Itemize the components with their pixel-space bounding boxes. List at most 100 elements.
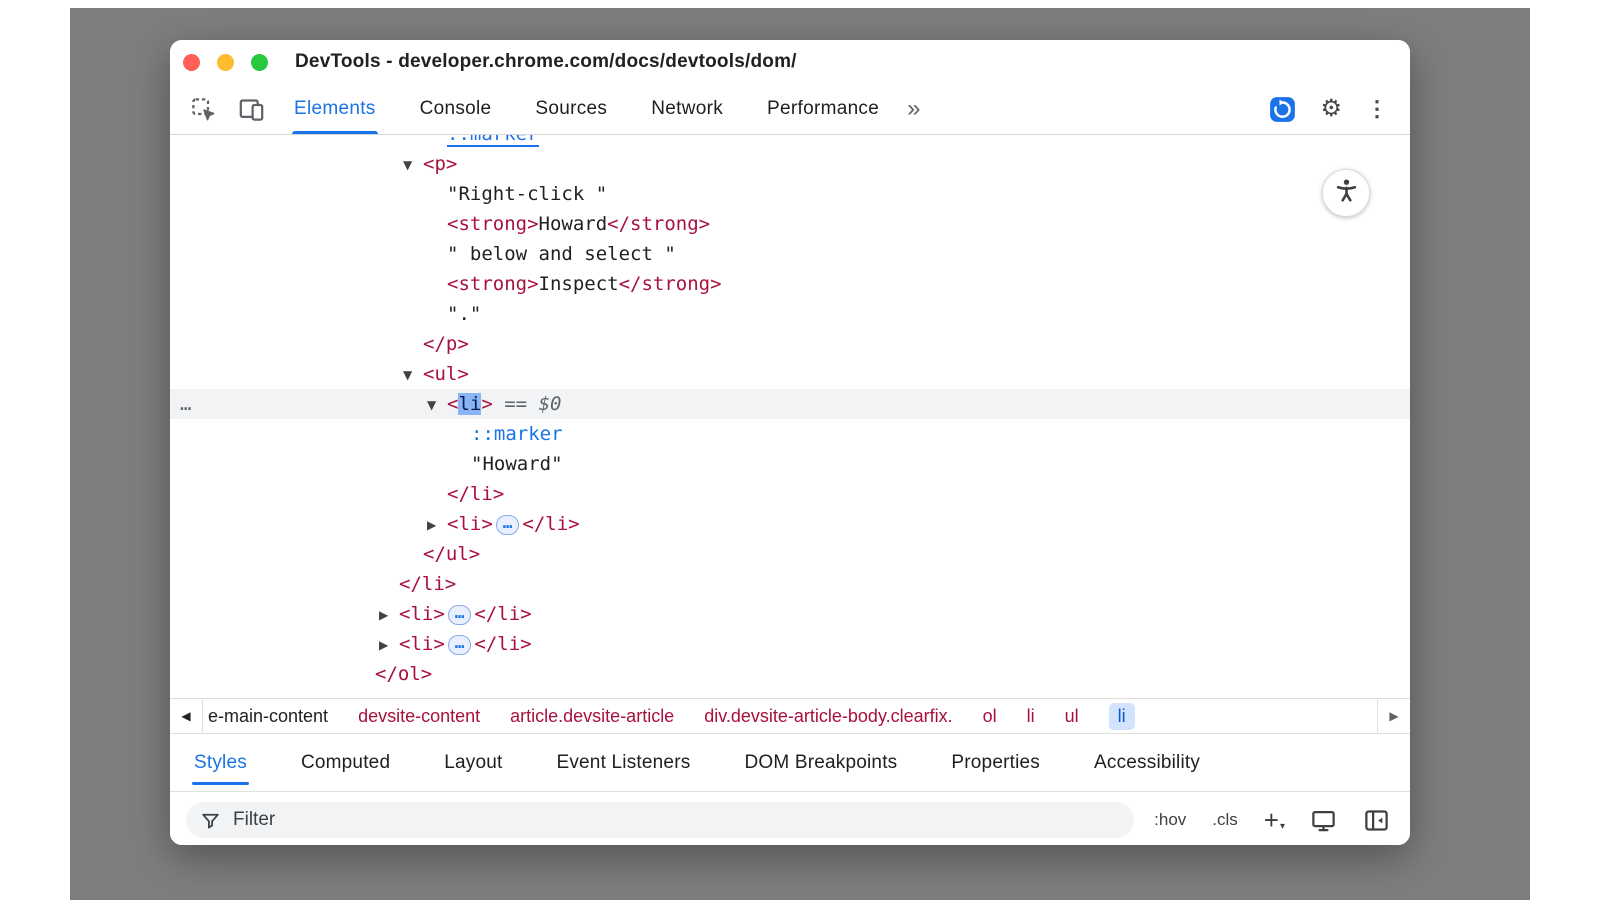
dom-tree-row[interactable]: ▼<p>	[170, 149, 1410, 179]
code-tag: >	[481, 393, 492, 415]
dom-tree-row[interactable]: ▼<ul>	[170, 359, 1410, 389]
breadcrumb-item-article-devsite-article[interactable]: article.devsite-article	[510, 706, 674, 727]
breadcrumb-scroll-right-button[interactable]: ▶	[1377, 699, 1410, 733]
dom-tree-row[interactable]: ▶<li>…</li>	[170, 599, 1410, 629]
code-text: "."	[447, 303, 481, 325]
dom-tree-row[interactable]: </p>	[170, 329, 1410, 359]
expand-ellipsis-button[interactable]: …	[448, 635, 472, 655]
code-pseudo: ::marker	[471, 423, 563, 445]
toggle-element-state-button[interactable]: :hov	[1154, 810, 1186, 830]
styles-tabs: Styles Computed Layout Event Listeners DOM B…	[170, 734, 1202, 791]
code-tag: </li>	[474, 603, 531, 625]
tab-event-listeners[interactable]: Event Listeners	[554, 734, 692, 791]
code-tag: <strong>	[447, 213, 539, 235]
breadcrumb-item-div-devsite-article-body-clearfix[interactable]: div.devsite-article-body.clearfix.	[704, 706, 952, 727]
more-tabs-icon[interactable]: »	[907, 84, 920, 134]
code-tag: </ol>	[375, 663, 432, 685]
toggle-sidebar-icon[interactable]	[1363, 807, 1390, 834]
tab-layout[interactable]: Layout	[442, 734, 504, 791]
dom-tree-row[interactable]: </ul>	[170, 539, 1410, 569]
inspect-element-icon[interactable]	[188, 94, 218, 124]
tab-sources[interactable]: Sources	[533, 84, 609, 134]
element-classes-button[interactable]: .cls	[1212, 810, 1238, 830]
device-toolbar-icon[interactable]	[236, 94, 266, 124]
breadcrumb-item-e-main-content[interactable]: e-main-content	[208, 706, 328, 727]
filter-right-controls: :hov .cls + ▾	[1154, 807, 1394, 834]
zoom-button[interactable]	[251, 54, 268, 71]
toolbar-left-icons	[170, 84, 266, 134]
code-var: $0	[539, 393, 562, 415]
tab-properties[interactable]: Properties	[949, 734, 1042, 791]
row-overflow-dots[interactable]: …	[180, 389, 192, 419]
breadcrumb-item-li[interactable]: li	[1109, 703, 1135, 730]
disclosure-down-icon[interactable]: ▼	[403, 150, 423, 180]
new-style-rule-button[interactable]: + ▾	[1264, 810, 1284, 830]
desktop-background: DevTools - developer.chrome.com/docs/dev…	[70, 8, 1530, 900]
breadcrumb-item-li[interactable]: li	[1027, 706, 1035, 727]
tab-performance[interactable]: Performance	[765, 84, 881, 134]
dom-tree-row[interactable]: ::marker	[170, 135, 1410, 149]
expand-ellipsis-button[interactable]: …	[448, 605, 472, 625]
code-text: "Right-click "	[447, 183, 607, 205]
dom-tree-row[interactable]: ::marker	[170, 419, 1410, 449]
filter-input-container[interactable]	[186, 802, 1134, 838]
dom-tree-panel: ::marker▼<p>"Right-click "<strong>Howard…	[170, 135, 1410, 698]
dom-tree-row[interactable]: ▶<li>…</li>	[170, 629, 1410, 659]
tab-styles[interactable]: Styles	[192, 734, 249, 791]
devtools-window: DevTools - developer.chrome.com/docs/dev…	[170, 40, 1410, 845]
styles-panel-tabbar: Styles Computed Layout Event Listeners DOM B…	[170, 733, 1410, 791]
code-selection: li	[458, 393, 481, 415]
code-text: " below and select "	[447, 243, 676, 265]
close-button[interactable]	[183, 54, 200, 71]
tab-dom-breakpoints[interactable]: DOM Breakpoints	[742, 734, 899, 791]
settings-gear-icon[interactable]: ⚙	[1320, 97, 1342, 121]
disclosure-down-icon[interactable]: ▼	[403, 360, 423, 390]
kebab-menu-icon[interactable]: ⋮	[1366, 98, 1388, 120]
dom-tree-row[interactable]: <strong>Inspect</strong>	[170, 269, 1410, 299]
disclosure-right-icon[interactable]: ▶	[427, 510, 447, 540]
dom-tree-row[interactable]: </ol>	[170, 659, 1410, 689]
code-tag: </li>	[474, 633, 531, 655]
window-title: DevTools - developer.chrome.com/docs/dev…	[295, 51, 797, 73]
titlebar: DevTools - developer.chrome.com/docs/dev…	[170, 40, 1410, 84]
dom-tree-row[interactable]: </li>	[170, 479, 1410, 509]
minimize-button[interactable]	[217, 54, 234, 71]
breadcrumb-scroll-left-button[interactable]: ◀	[170, 699, 203, 733]
disclosure-right-icon[interactable]: ▶	[379, 630, 399, 660]
tab-console[interactable]: Console	[418, 84, 494, 134]
blue-refresh-badge-icon[interactable]	[1269, 96, 1296, 123]
expand-ellipsis-button[interactable]: …	[496, 515, 520, 535]
accessibility-person-icon	[1333, 177, 1360, 209]
code-text: "Howard"	[471, 453, 563, 475]
disclosure-right-icon[interactable]: ▶	[379, 600, 399, 630]
dom-tree-row[interactable]: </li>	[170, 569, 1410, 599]
code-tag: </ul>	[423, 543, 480, 565]
dom-tree-row[interactable]: "."	[170, 299, 1410, 329]
dom-tree-row[interactable]: …▼<li> == $0	[170, 389, 1410, 419]
breadcrumb-item-ol[interactable]: ol	[983, 706, 997, 727]
plus-icon: +	[1264, 810, 1279, 830]
filter-funnel-icon	[200, 810, 221, 831]
tab-computed[interactable]: Computed	[299, 734, 392, 791]
dom-tree-row[interactable]: "Right-click "	[170, 179, 1410, 209]
rendering-display-icon[interactable]	[1310, 807, 1337, 834]
tab-network[interactable]: Network	[649, 84, 725, 134]
filter-input[interactable]	[231, 808, 1120, 832]
tab-elements[interactable]: Elements	[292, 84, 378, 134]
main-tabs: Elements Console Sources Network Performance	[292, 84, 881, 134]
traffic-lights	[183, 40, 268, 84]
dom-tree-row[interactable]: "Howard"	[170, 449, 1410, 479]
dom-tree-row[interactable]: <strong>Howard</strong>	[170, 209, 1410, 239]
dom-tree: ::marker▼<p>"Right-click "<strong>Howard…	[170, 135, 1410, 689]
breadcrumb-bar: ◀ e-main-content devsite-content article.d…	[170, 698, 1410, 733]
code-tag: <	[447, 393, 458, 415]
breadcrumb-item-ul[interactable]: ul	[1065, 706, 1079, 727]
dom-tree-row[interactable]: " below and select "	[170, 239, 1410, 269]
code-tag: <li>	[399, 603, 445, 625]
tab-accessibility[interactable]: Accessibility	[1092, 734, 1202, 791]
code-text: Howard	[539, 213, 608, 235]
breadcrumb-item-devsite-content[interactable]: devsite-content	[358, 706, 480, 727]
disclosure-down-icon[interactable]: ▼	[427, 390, 447, 420]
accessibility-overlay-button[interactable]	[1322, 169, 1370, 217]
dom-tree-row[interactable]: ▶<li>…</li>	[170, 509, 1410, 539]
